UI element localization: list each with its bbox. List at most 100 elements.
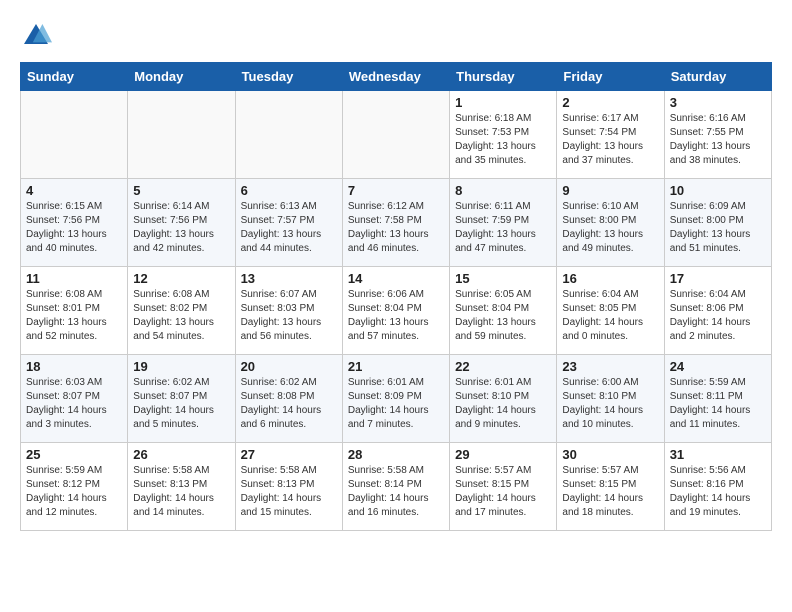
day-content: Sunrise: 6:17 AM Sunset: 7:54 PM Dayligh… bbox=[562, 112, 658, 168]
day-number: 27 bbox=[241, 447, 337, 462]
calendar-week-2: 4 Sunrise: 6:15 AM Sunset: 7:56 PM Daylig… bbox=[21, 179, 772, 267]
day-number: 16 bbox=[562, 271, 658, 286]
day-content: Sunrise: 6:08 AM Sunset: 8:01 PM Dayligh… bbox=[26, 288, 122, 344]
calendar-cell: 29 Sunrise: 5:57 AM Sunset: 8:15 PM Dayli… bbox=[450, 443, 557, 531]
day-number: 29 bbox=[455, 447, 551, 462]
day-content: Sunrise: 6:05 AM Sunset: 8:04 PM Dayligh… bbox=[455, 288, 551, 344]
calendar-cell: 16 Sunrise: 6:04 AM Sunset: 8:05 PM Dayli… bbox=[557, 267, 664, 355]
day-content: Sunrise: 6:11 AM Sunset: 7:59 PM Dayligh… bbox=[455, 200, 551, 256]
day-content: Sunrise: 5:57 AM Sunset: 8:15 PM Dayligh… bbox=[562, 464, 658, 520]
calendar-cell: 11 Sunrise: 6:08 AM Sunset: 8:01 PM Dayli… bbox=[21, 267, 128, 355]
day-content: Sunrise: 5:58 AM Sunset: 8:14 PM Dayligh… bbox=[348, 464, 444, 520]
day-number: 3 bbox=[670, 95, 766, 110]
day-content: Sunrise: 6:07 AM Sunset: 8:03 PM Dayligh… bbox=[241, 288, 337, 344]
calendar-cell: 3 Sunrise: 6:16 AM Sunset: 7:55 PM Daylig… bbox=[664, 91, 771, 179]
day-content: Sunrise: 6:13 AM Sunset: 7:57 PM Dayligh… bbox=[241, 200, 337, 256]
calendar-cell: 1Sunrise: 6:18 AM Sunset: 7:53 PM Daylig… bbox=[450, 91, 557, 179]
day-content: Sunrise: 5:57 AM Sunset: 8:15 PM Dayligh… bbox=[455, 464, 551, 520]
day-content: Sunrise: 6:10 AM Sunset: 8:00 PM Dayligh… bbox=[562, 200, 658, 256]
day-number: 26 bbox=[133, 447, 229, 462]
day-number: 8 bbox=[455, 183, 551, 198]
calendar-cell: 25 Sunrise: 5:59 AM Sunset: 8:12 PM Dayli… bbox=[21, 443, 128, 531]
day-content: Sunrise: 6:08 AM Sunset: 8:02 PM Dayligh… bbox=[133, 288, 229, 344]
calendar-cell: 23Sunrise: 6:00 AM Sunset: 8:10 PM Dayli… bbox=[557, 355, 664, 443]
calendar-cell: 21Sunrise: 6:01 AM Sunset: 8:09 PM Dayli… bbox=[342, 355, 449, 443]
day-header-friday: Friday bbox=[557, 63, 664, 91]
calendar-cell: 2 Sunrise: 6:17 AM Sunset: 7:54 PM Daylig… bbox=[557, 91, 664, 179]
calendar-cell: 27Sunrise: 5:58 AM Sunset: 8:13 PM Dayli… bbox=[235, 443, 342, 531]
day-number: 25 bbox=[26, 447, 122, 462]
day-content: Sunrise: 6:01 AM Sunset: 8:10 PM Dayligh… bbox=[455, 376, 551, 432]
calendar-cell bbox=[342, 91, 449, 179]
calendar-cell: 17 Sunrise: 6:04 AM Sunset: 8:06 PM Dayli… bbox=[664, 267, 771, 355]
calendar-week-4: 18 Sunrise: 6:03 AM Sunset: 8:07 PM Dayli… bbox=[21, 355, 772, 443]
calendar-cell: 30 Sunrise: 5:57 AM Sunset: 8:15 PM Dayli… bbox=[557, 443, 664, 531]
calendar-week-3: 11 Sunrise: 6:08 AM Sunset: 8:01 PM Dayli… bbox=[21, 267, 772, 355]
day-header-wednesday: Wednesday bbox=[342, 63, 449, 91]
calendar-cell: 20 Sunrise: 6:02 AM Sunset: 8:08 PM Dayli… bbox=[235, 355, 342, 443]
day-header-saturday: Saturday bbox=[664, 63, 771, 91]
day-number: 10 bbox=[670, 183, 766, 198]
calendar-cell: 12 Sunrise: 6:08 AM Sunset: 8:02 PM Dayli… bbox=[128, 267, 235, 355]
day-header-monday: Monday bbox=[128, 63, 235, 91]
calendar-cell: 6 Sunrise: 6:13 AM Sunset: 7:57 PM Daylig… bbox=[235, 179, 342, 267]
calendar-header-row: SundayMondayTuesdayWednesdayThursdayFrid… bbox=[21, 63, 772, 91]
day-content: Sunrise: 6:02 AM Sunset: 8:08 PM Dayligh… bbox=[241, 376, 337, 432]
day-number: 6 bbox=[241, 183, 337, 198]
day-number: 30 bbox=[562, 447, 658, 462]
calendar-cell: 24 Sunrise: 5:59 AM Sunset: 8:11 PM Dayli… bbox=[664, 355, 771, 443]
day-content: Sunrise: 6:16 AM Sunset: 7:55 PM Dayligh… bbox=[670, 112, 766, 168]
day-number: 15 bbox=[455, 271, 551, 286]
day-content: Sunrise: 6:00 AM Sunset: 8:10 PM Dayligh… bbox=[562, 376, 658, 432]
day-number: 22 bbox=[455, 359, 551, 374]
day-number: 7 bbox=[348, 183, 444, 198]
calendar-cell: 14Sunrise: 6:06 AM Sunset: 8:04 PM Dayli… bbox=[342, 267, 449, 355]
day-number: 24 bbox=[670, 359, 766, 374]
calendar-cell: 26Sunrise: 5:58 AM Sunset: 8:13 PM Dayli… bbox=[128, 443, 235, 531]
calendar-cell: 22 Sunrise: 6:01 AM Sunset: 8:10 PM Dayli… bbox=[450, 355, 557, 443]
day-content: Sunrise: 6:12 AM Sunset: 7:58 PM Dayligh… bbox=[348, 200, 444, 256]
calendar-cell: 5 Sunrise: 6:14 AM Sunset: 7:56 PM Daylig… bbox=[128, 179, 235, 267]
calendar-cell: 28 Sunrise: 5:58 AM Sunset: 8:14 PM Dayli… bbox=[342, 443, 449, 531]
day-number: 31 bbox=[670, 447, 766, 462]
day-number: 17 bbox=[670, 271, 766, 286]
day-number: 20 bbox=[241, 359, 337, 374]
calendar-cell: 18 Sunrise: 6:03 AM Sunset: 8:07 PM Dayli… bbox=[21, 355, 128, 443]
calendar-cell bbox=[235, 91, 342, 179]
day-header-sunday: Sunday bbox=[21, 63, 128, 91]
day-content: Sunrise: 6:15 AM Sunset: 7:56 PM Dayligh… bbox=[26, 200, 122, 256]
day-content: Sunrise: 6:02 AM Sunset: 8:07 PM Dayligh… bbox=[133, 376, 229, 432]
day-content: Sunrise: 6:09 AM Sunset: 8:00 PM Dayligh… bbox=[670, 200, 766, 256]
day-number: 9 bbox=[562, 183, 658, 198]
day-content: Sunrise: 6:14 AM Sunset: 7:56 PM Dayligh… bbox=[133, 200, 229, 256]
day-content: Sunrise: 6:04 AM Sunset: 8:05 PM Dayligh… bbox=[562, 288, 658, 344]
day-number: 13 bbox=[241, 271, 337, 286]
calendar-week-1: 1Sunrise: 6:18 AM Sunset: 7:53 PM Daylig… bbox=[21, 91, 772, 179]
calendar-cell: 8 Sunrise: 6:11 AM Sunset: 7:59 PM Daylig… bbox=[450, 179, 557, 267]
day-number: 28 bbox=[348, 447, 444, 462]
day-content: Sunrise: 6:03 AM Sunset: 8:07 PM Dayligh… bbox=[26, 376, 122, 432]
page-header bbox=[20, 20, 772, 52]
day-number: 12 bbox=[133, 271, 229, 286]
calendar-cell: 10 Sunrise: 6:09 AM Sunset: 8:00 PM Dayli… bbox=[664, 179, 771, 267]
day-number: 1 bbox=[455, 95, 551, 110]
calendar-week-5: 25 Sunrise: 5:59 AM Sunset: 8:12 PM Dayli… bbox=[21, 443, 772, 531]
day-number: 5 bbox=[133, 183, 229, 198]
day-number: 2 bbox=[562, 95, 658, 110]
calendar-cell bbox=[128, 91, 235, 179]
calendar-cell: 15 Sunrise: 6:05 AM Sunset: 8:04 PM Dayli… bbox=[450, 267, 557, 355]
day-content: Sunrise: 6:04 AM Sunset: 8:06 PM Dayligh… bbox=[670, 288, 766, 344]
day-content: Sunrise: 5:59 AM Sunset: 8:12 PM Dayligh… bbox=[26, 464, 122, 520]
day-number: 14 bbox=[348, 271, 444, 286]
day-number: 19 bbox=[133, 359, 229, 374]
logo-icon bbox=[20, 20, 52, 52]
day-number: 4 bbox=[26, 183, 122, 198]
day-number: 11 bbox=[26, 271, 122, 286]
calendar-cell: 13 Sunrise: 6:07 AM Sunset: 8:03 PM Dayli… bbox=[235, 267, 342, 355]
day-number: 18 bbox=[26, 359, 122, 374]
day-header-tuesday: Tuesday bbox=[235, 63, 342, 91]
day-content: Sunrise: 6:01 AM Sunset: 8:09 PM Dayligh… bbox=[348, 376, 444, 432]
calendar-cell bbox=[21, 91, 128, 179]
day-content: Sunrise: 5:59 AM Sunset: 8:11 PM Dayligh… bbox=[670, 376, 766, 432]
calendar-cell: 9 Sunrise: 6:10 AM Sunset: 8:00 PM Daylig… bbox=[557, 179, 664, 267]
